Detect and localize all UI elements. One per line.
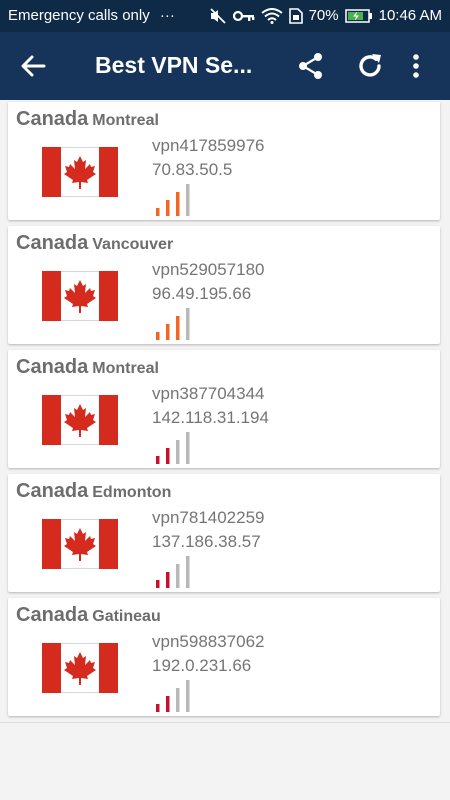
clock: 10:46 AM (378, 7, 442, 24)
signal-strength-icon (156, 184, 190, 216)
canada-flag-icon (42, 643, 118, 693)
canada-flag-icon (42, 395, 118, 445)
city-name: Montreal (92, 112, 159, 129)
server-ip: 96.49.195.66 (152, 284, 252, 303)
signal-strength-icon (156, 432, 190, 464)
refresh-icon[interactable] (355, 51, 385, 81)
app-toolbar: Best VPN Se... (0, 32, 450, 100)
country-label: Canada Edmonton (16, 480, 171, 503)
battery-icon (344, 8, 372, 23)
city-name: Vancouver (92, 236, 174, 253)
country-label: Canada Vancouver (16, 232, 173, 255)
country-label: Canada Gatineau (16, 604, 161, 627)
country-name: Canada (16, 356, 89, 378)
country-name: Canada (16, 108, 89, 130)
country-name: Canada (16, 232, 89, 254)
country-label: Canada Montreal (16, 356, 159, 379)
server-hostname: vpn598837062 (152, 632, 265, 651)
battery-percent: 70% (308, 7, 339, 24)
list-divider (0, 722, 450, 723)
server-hostname: vpn781402259 (152, 508, 265, 527)
server-ip: 70.83.50.5 (152, 160, 233, 179)
city-name: Edmonton (92, 484, 172, 501)
carrier-text: Emergency calls only (8, 7, 150, 24)
country-name: Canada (16, 604, 89, 626)
city-name: Montreal (92, 360, 159, 377)
server-card[interactable]: Canada Montreal vpn417859976 70.83.50.5 (8, 102, 440, 220)
server-hostname: vpn387704344 (152, 384, 265, 403)
server-card[interactable]: Canada Montreal vpn387704344 142.118.31.1… (8, 350, 440, 468)
key-icon (232, 10, 254, 21)
more-vertical-icon[interactable] (408, 51, 424, 81)
mute-icon (209, 7, 226, 24)
server-ip: 137.186.38.57 (152, 532, 261, 551)
page-title: Best VPN Se... (95, 52, 253, 78)
server-card[interactable]: Canada Edmonton vpn781402259 137.186.38.5… (8, 474, 440, 592)
server-card[interactable]: Canada Vancouver vpn529057180 96.49.195.6… (8, 226, 440, 344)
share-icon[interactable] (296, 51, 326, 81)
server-card[interactable]: Canada Gatineau vpn598837062 192.0.231.66 (8, 598, 440, 716)
city-name: Gatineau (92, 608, 161, 625)
back-arrow-icon[interactable] (20, 52, 48, 80)
server-hostname: vpn529057180 (152, 260, 265, 279)
status-bar: Emergency calls only ··· 70% 10:46 AM (0, 0, 450, 32)
sim-icon (288, 7, 303, 24)
notification-overflow: ··· (159, 7, 175, 24)
country-name: Canada (16, 480, 89, 502)
server-ip: 142.118.31.194 (152, 408, 269, 427)
country-label: Canada Montreal (16, 108, 159, 131)
signal-strength-icon (156, 556, 190, 588)
wifi-icon (260, 7, 283, 24)
signal-strength-icon (156, 680, 190, 712)
server-ip: 192.0.231.66 (152, 656, 252, 675)
canada-flag-icon (42, 519, 118, 569)
server-hostname: vpn417859976 (152, 136, 265, 155)
canada-flag-icon (42, 271, 118, 321)
signal-strength-icon (156, 308, 190, 340)
canada-flag-icon (42, 147, 118, 197)
